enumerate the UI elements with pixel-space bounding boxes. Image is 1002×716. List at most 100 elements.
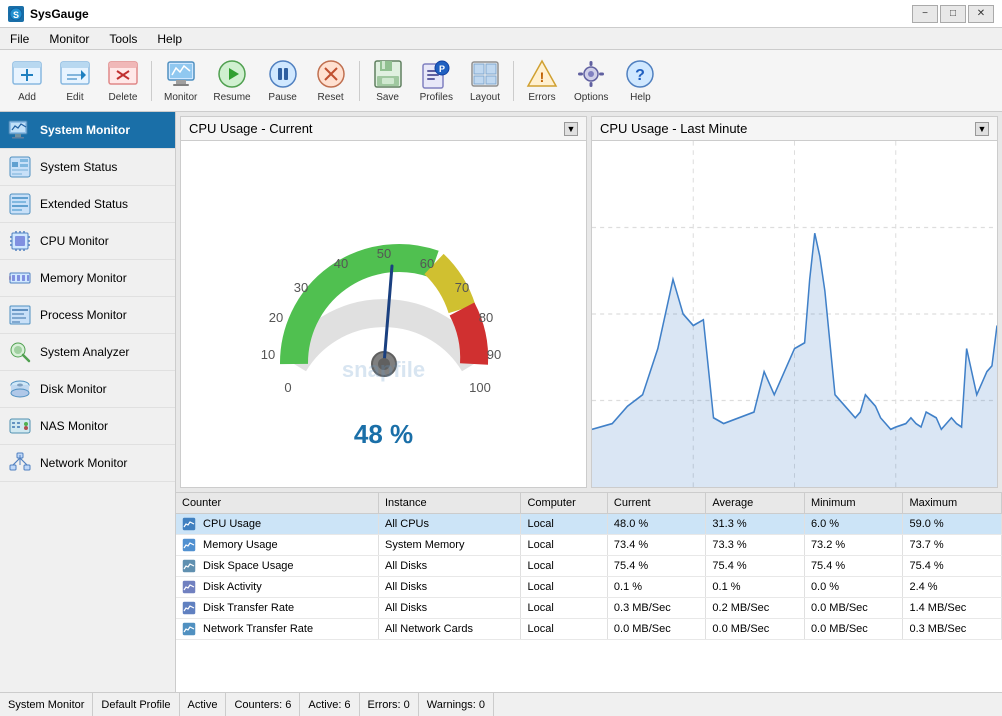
edit-button[interactable]: Edit bbox=[52, 55, 98, 107]
sidebar-item-network-monitor[interactable]: Network Monitor bbox=[0, 445, 175, 482]
col-computer: Computer bbox=[521, 493, 607, 514]
content-area: CPU Usage - Current ▼ snapfile bbox=[176, 112, 1002, 692]
menu-tools[interactable]: Tools bbox=[99, 30, 147, 48]
sidebar-item-system-status[interactable]: System Status bbox=[0, 149, 175, 186]
svg-text:90: 90 bbox=[486, 347, 500, 362]
col-minimum: Minimum bbox=[804, 493, 903, 514]
delete-button[interactable]: Delete bbox=[100, 55, 146, 107]
cell-instance: All Disks bbox=[379, 556, 521, 577]
gauge-collapse-button[interactable]: ▼ bbox=[564, 122, 578, 136]
status-active: Active: 6 bbox=[300, 693, 359, 716]
chart-collapse-button[interactable]: ▼ bbox=[975, 122, 989, 136]
errors-button[interactable]: ! Errors bbox=[519, 55, 565, 107]
menu-help[interactable]: Help bbox=[147, 30, 192, 48]
sidebar-item-system-analyzer[interactable]: System Analyzer bbox=[0, 334, 175, 371]
save-button[interactable]: Save bbox=[365, 55, 411, 107]
col-counter: Counter bbox=[176, 493, 379, 514]
options-icon bbox=[575, 58, 607, 90]
options-button[interactable]: Options bbox=[567, 55, 615, 107]
save-icon bbox=[372, 58, 404, 90]
cell-maximum: 75.4 % bbox=[903, 556, 1002, 577]
pause-icon bbox=[267, 58, 299, 90]
disk-monitor-icon bbox=[8, 377, 32, 401]
system-monitor-icon bbox=[8, 118, 32, 142]
delete-label: Delete bbox=[109, 92, 138, 103]
cell-current: 48.0 % bbox=[607, 514, 706, 535]
network-monitor-icon bbox=[8, 451, 32, 475]
svg-text:70: 70 bbox=[454, 280, 468, 295]
svg-text:P: P bbox=[439, 64, 445, 74]
pause-button[interactable]: Pause bbox=[260, 55, 306, 107]
cell-maximum: 1.4 MB/Sec bbox=[903, 598, 1002, 619]
cell-computer: Local bbox=[521, 598, 607, 619]
sidebar-item-process-monitor[interactable]: Process Monitor bbox=[0, 297, 175, 334]
table-row[interactable]: CPU Usage All CPUs Local 48.0 % 31.3 % 6… bbox=[176, 514, 1002, 535]
separator-2 bbox=[359, 61, 360, 101]
help-icon: ? bbox=[624, 58, 656, 90]
app-icon: S bbox=[8, 6, 24, 22]
cell-maximum: 59.0 % bbox=[903, 514, 1002, 535]
svg-text:60: 60 bbox=[419, 256, 433, 271]
col-average: Average bbox=[706, 493, 805, 514]
edit-icon bbox=[59, 58, 91, 90]
table-row[interactable]: Network Transfer Rate All Network Cards … bbox=[176, 619, 1002, 640]
sidebar-item-disk-monitor[interactable]: Disk Monitor bbox=[0, 371, 175, 408]
nas-monitor-icon bbox=[8, 414, 32, 438]
process-monitor-icon bbox=[8, 303, 32, 327]
svg-text:30: 30 bbox=[293, 280, 307, 295]
resume-icon bbox=[216, 58, 248, 90]
data-table: Counter Instance Computer Current Averag… bbox=[176, 493, 1002, 640]
maximize-button[interactable]: □ bbox=[940, 5, 966, 23]
reset-button[interactable]: Reset bbox=[308, 55, 354, 107]
menu-bar: File Monitor Tools Help bbox=[0, 28, 1002, 50]
gauge-panel-header: CPU Usage - Current ▼ bbox=[181, 117, 586, 141]
resume-button[interactable]: Resume bbox=[206, 55, 257, 107]
cell-average: 0.2 MB/Sec bbox=[706, 598, 805, 619]
line-chart-svg bbox=[592, 141, 997, 487]
sidebar-cpu-monitor-label: CPU Monitor bbox=[40, 234, 109, 248]
chart-panel-header: CPU Usage - Last Minute ▼ bbox=[592, 117, 997, 141]
cell-current: 0.3 MB/Sec bbox=[607, 598, 706, 619]
cell-minimum: 75.4 % bbox=[804, 556, 903, 577]
cell-computer: Local bbox=[521, 535, 607, 556]
sidebar-item-memory-monitor[interactable]: Memory Monitor bbox=[0, 260, 175, 297]
sidebar-item-cpu-monitor[interactable]: CPU Monitor bbox=[0, 223, 175, 260]
layout-button[interactable]: Layout bbox=[462, 55, 508, 107]
close-button[interactable]: ✕ bbox=[968, 5, 994, 23]
table-row[interactable]: Memory Usage System Memory Local 73.4 % … bbox=[176, 535, 1002, 556]
status-counters: Counters: 6 bbox=[226, 693, 300, 716]
sidebar-nas-monitor-label: NAS Monitor bbox=[40, 419, 108, 433]
sidebar-extended-status-label: Extended Status bbox=[40, 197, 128, 211]
pause-label: Pause bbox=[268, 92, 296, 103]
sidebar-item-system-monitor[interactable]: System Monitor bbox=[0, 112, 175, 149]
add-button[interactable]: Add bbox=[4, 55, 50, 107]
cell-counter: Disk Space Usage bbox=[176, 556, 379, 577]
minimize-button[interactable]: − bbox=[912, 5, 938, 23]
cell-average: 31.3 % bbox=[706, 514, 805, 535]
profiles-icon: P bbox=[420, 58, 452, 90]
cell-average: 0.0 MB/Sec bbox=[706, 619, 805, 640]
layout-icon bbox=[469, 58, 501, 90]
sidebar-item-nas-monitor[interactable]: NAS Monitor bbox=[0, 408, 175, 445]
title-bar: S SysGauge − □ ✕ bbox=[0, 0, 1002, 28]
profiles-button[interactable]: P Profiles bbox=[413, 55, 460, 107]
monitor-button[interactable]: Monitor bbox=[157, 55, 204, 107]
menu-file[interactable]: File bbox=[0, 30, 39, 48]
menu-monitor[interactable]: Monitor bbox=[39, 30, 99, 48]
cell-computer: Local bbox=[521, 556, 607, 577]
table-row[interactable]: Disk Transfer Rate All Disks Local 0.3 M… bbox=[176, 598, 1002, 619]
toolbar: Add Edit Delete bbox=[0, 50, 1002, 112]
extended-status-icon bbox=[8, 192, 32, 216]
sidebar-item-extended-status[interactable]: Extended Status bbox=[0, 186, 175, 223]
svg-text:?: ? bbox=[636, 67, 646, 84]
table-row[interactable]: Disk Activity All Disks Local 0.1 % 0.1 … bbox=[176, 577, 1002, 598]
gauge-content: snapfile bbox=[181, 141, 586, 487]
svg-text:0: 0 bbox=[284, 380, 291, 395]
errors-label: Errors bbox=[528, 92, 555, 103]
svg-text:80: 80 bbox=[478, 310, 492, 325]
sidebar-process-monitor-label: Process Monitor bbox=[40, 308, 127, 322]
table-row[interactable]: Disk Space Usage All Disks Local 75.4 % … bbox=[176, 556, 1002, 577]
cpu-monitor-icon bbox=[8, 229, 32, 253]
cell-instance: All CPUs bbox=[379, 514, 521, 535]
help-button[interactable]: ? Help bbox=[617, 55, 663, 107]
